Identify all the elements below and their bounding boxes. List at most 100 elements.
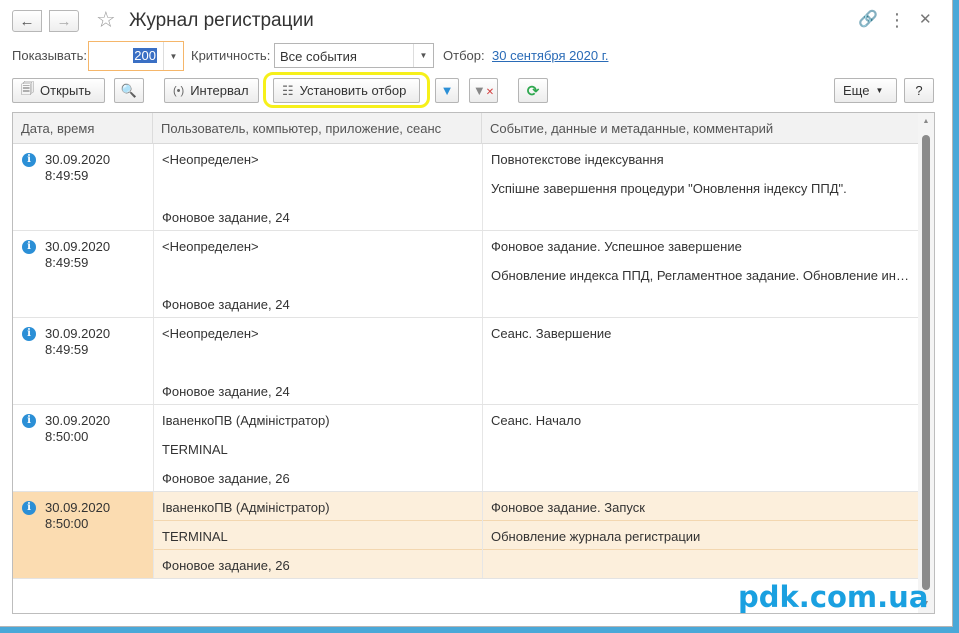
table-row[interactable]: i 30.09.2020 8:49:59 <Неопределен> Фонов… <box>13 231 919 318</box>
criticality-label: Критичность: <box>191 48 271 63</box>
event-cell: Сеанс. Завершение <box>482 318 919 404</box>
column-header-date[interactable]: Дата, время <box>13 113 153 144</box>
column-header-event[interactable]: Событие, данные и метаданные, комментари… <box>482 113 919 144</box>
search-button[interactable]: 🔍 <box>114 78 144 103</box>
window-title: Журнал регистрации <box>129 10 314 31</box>
filter-icon: ▼ <box>440 83 454 98</box>
session-text: Фоновое задание, 26 <box>162 471 290 486</box>
table-row[interactable]: i 30.09.2020 8:49:59 <Неопределен> Фонов… <box>13 144 919 231</box>
arrow-right-icon: → <box>56 12 72 30</box>
time-text: 8:49:59 <box>45 168 89 183</box>
info-icon: i <box>22 414 36 428</box>
criticality-select[interactable]: Все события ▼ <box>274 43 434 68</box>
date-text: 30.09.2020 <box>45 413 111 428</box>
search-icon: 🔍 <box>120 82 138 98</box>
open-icon: 🗐 <box>21 80 34 96</box>
show-count-value: 200 <box>133 48 157 63</box>
interval-button-label: Интервал <box>190 83 249 98</box>
computer-text: TERMINAL <box>162 442 228 457</box>
arrow-left-icon: ← <box>19 12 35 30</box>
scroll-up-icon[interactable]: ▲ <box>918 115 934 129</box>
row-divider <box>483 549 919 550</box>
annotation-highlight <box>263 72 430 108</box>
vertical-scrollbar[interactable]: ▲ ▼ <box>918 113 934 613</box>
data-text: Успішне завершення процедури "Оновлення … <box>491 181 847 196</box>
selection-label: Отбор: <box>443 48 485 63</box>
event-cell: Фоновое задание. Запуск Обновление журна… <box>482 492 919 578</box>
table-row[interactable]: i 30.09.2020 8:49:59 <Неопределен> Фонов… <box>13 318 919 405</box>
event-text: Сеанс. Завершение <box>491 326 612 341</box>
event-cell: Сеанс. Начало <box>482 405 919 491</box>
chevron-down-icon[interactable]: ▼ <box>163 42 183 70</box>
date-cell: i 30.09.2020 8:49:59 <box>13 144 153 230</box>
user-cell: ІваненкоПВ (Адміністратор) TERMINAL Фоно… <box>153 405 482 491</box>
more-actions-icon[interactable]: ⋮ <box>888 10 906 30</box>
more-button[interactable]: Еще ▼ <box>834 78 897 103</box>
open-button-label: Открыть <box>40 83 92 98</box>
date-text: 30.09.2020 <box>45 500 111 515</box>
user-text: ІваненкоПВ (Адміністратор) <box>162 413 330 428</box>
selection-date-link[interactable]: 30 сентября 2020 г. <box>492 48 608 63</box>
date-cell: i 30.09.2020 8:49:59 <box>13 231 153 317</box>
refresh-icon: ⟳ <box>526 82 540 100</box>
table-row[interactable]: i 30.09.2020 8:50:00 ІваненкоПВ (Адмініс… <box>13 405 919 492</box>
event-text: Фоновое задание. Успешное завершение <box>491 239 742 254</box>
user-cell: <Неопределен> Фоновое задание, 24 <box>153 231 482 317</box>
session-text: Фоновое задание, 24 <box>162 210 290 225</box>
table-header: Дата, время Пользователь, компьютер, при… <box>13 113 919 144</box>
filter-button[interactable]: ▼ <box>435 78 459 103</box>
date-text: 30.09.2020 <box>45 239 111 254</box>
favorite-star-icon[interactable]: ☆ <box>96 8 116 32</box>
time-text: 8:50:00 <box>45 516 89 531</box>
session-text: Фоновое задание, 26 <box>162 558 290 573</box>
session-text: Фоновое задание, 24 <box>162 384 290 399</box>
event-text: Сеанс. Начало <box>491 413 582 428</box>
row-divider <box>483 520 919 521</box>
data-text: Обновление журнала регистрации <box>491 529 701 544</box>
event-text: Повнотекстове індексування <box>491 152 664 167</box>
interval-button[interactable]: (•) Интервал <box>164 78 259 103</box>
user-cell: <Неопределен> Фоновое задание, 24 <box>153 318 482 404</box>
show-label: Показывать: <box>12 48 87 63</box>
forward-button[interactable]: → <box>49 10 79 32</box>
open-button[interactable]: 🗐 Открыть <box>12 78 105 103</box>
event-text: Фоновое задание. Запуск <box>491 500 645 515</box>
time-text: 8:50:00 <box>45 429 89 444</box>
computer-text: TERMINAL <box>162 529 228 544</box>
table-row-selected[interactable]: i 30.09.2020 8:50:00 ІваненкоПВ (Адмініс… <box>13 492 919 579</box>
link-icon[interactable]: 🔗 <box>858 10 878 30</box>
show-count-field[interactable]: 200 ▼ <box>88 41 184 71</box>
help-button[interactable]: ? <box>904 78 934 103</box>
back-button[interactable]: ← <box>12 10 42 32</box>
chevron-down-icon[interactable]: ▼ <box>413 44 433 67</box>
refresh-button[interactable]: ⟳ <box>518 78 548 103</box>
date-cell: i 30.09.2020 8:49:59 <box>13 318 153 404</box>
date-cell: i 30.09.2020 8:50:00 <box>13 405 153 491</box>
criticality-value: Все события <box>280 49 357 64</box>
filter-clear-icon: ▼✕ <box>472 83 495 98</box>
row-divider <box>154 549 482 550</box>
event-log-window: ← → ☆ Журнал регистрации 🔗 ⋮ ✕ Показыват… <box>0 0 953 627</box>
chevron-down-icon: ▼ <box>875 86 884 95</box>
date-text: 30.09.2020 <box>45 152 111 167</box>
info-icon: i <box>22 240 36 254</box>
event-log-table[interactable]: Дата, время Пользователь, компьютер, при… <box>12 112 935 614</box>
user-cell: ІваненкоПВ (Адміністратор) TERMINAL Фоно… <box>153 492 482 578</box>
interval-icon: (•) <box>173 84 185 97</box>
clear-filter-button[interactable]: ▼✕ <box>469 78 498 103</box>
user-text: <Неопределен> <box>162 326 259 341</box>
info-icon: i <box>22 327 36 341</box>
close-icon[interactable]: ✕ <box>919 10 932 30</box>
date-text: 30.09.2020 <box>45 326 111 341</box>
session-text: Фоновое задание, 24 <box>162 297 290 312</box>
event-cell: Повнотекстове індексування Успішне завер… <box>482 144 919 230</box>
user-text: <Неопределен> <box>162 239 259 254</box>
data-text: Обновление индекса ППД, Регламентное зад… <box>491 268 915 283</box>
column-header-user[interactable]: Пользователь, компьютер, приложение, сеа… <box>153 113 482 144</box>
user-text: <Неопределен> <box>162 152 259 167</box>
user-cell: <Неопределен> Фоновое задание, 24 <box>153 144 482 230</box>
info-icon: i <box>22 153 36 167</box>
info-icon: i <box>22 501 36 515</box>
scrollbar-thumb[interactable] <box>922 135 930 590</box>
table-body: i 30.09.2020 8:49:59 <Неопределен> Фонов… <box>13 144 919 579</box>
